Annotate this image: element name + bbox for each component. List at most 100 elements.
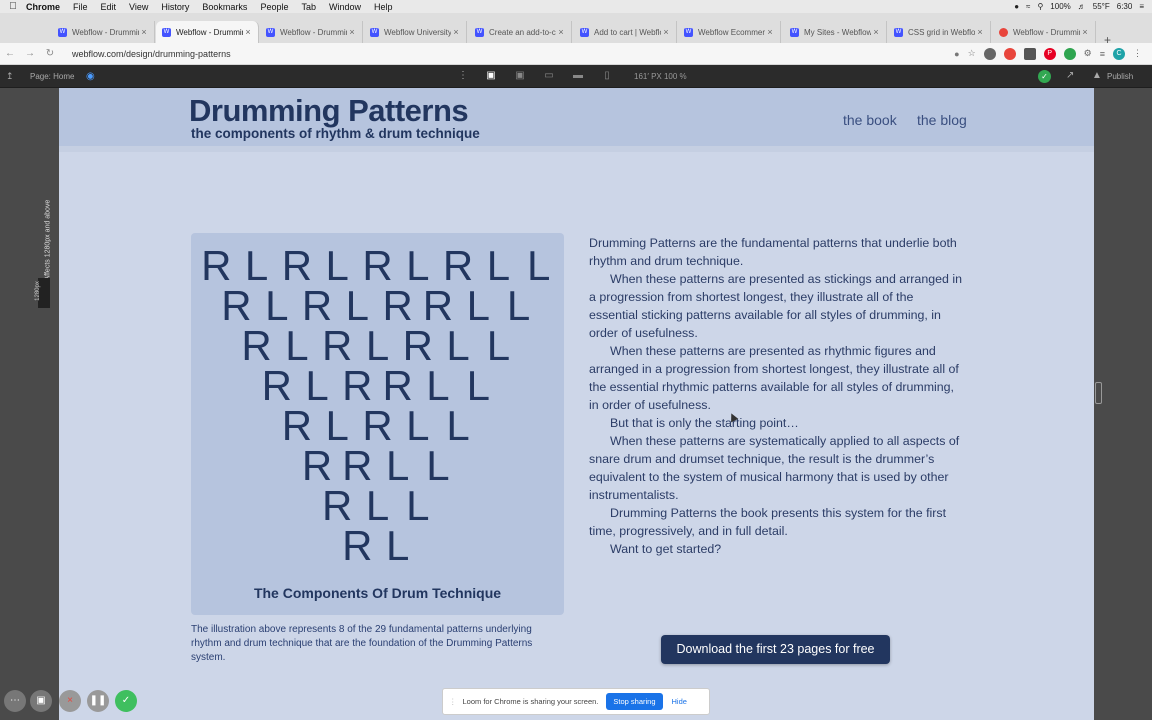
browser-tab[interactable]: W Webflow University ×	[364, 21, 467, 43]
menu-window[interactable]: Window	[329, 2, 361, 12]
sticking-letter: R	[301, 442, 333, 489]
sticking-letter: L	[466, 362, 490, 409]
desktop-breakpoint-icon[interactable]: ▣	[483, 70, 499, 83]
extension-icon[interactable]	[1063, 47, 1076, 60]
extension-icon[interactable]	[983, 47, 996, 60]
upload-icon[interactable]: ↥	[6, 71, 14, 82]
close-icon[interactable]: ×	[451, 27, 461, 37]
menu-people[interactable]: People	[260, 2, 288, 12]
menu-file[interactable]: File	[73, 2, 88, 12]
finish-recording-icon[interactable]: ✓	[115, 690, 137, 712]
close-icon[interactable]: ×	[661, 27, 671, 37]
tab-title: Add to cart | Webflow	[594, 27, 661, 37]
nav-link-the-book[interactable]: the book	[843, 112, 897, 128]
mobile-portrait-icon[interactable]: ▯	[599, 70, 615, 83]
forward-icon[interactable]: →	[20, 48, 40, 59]
share-message: Loom for Chrome is sharing your screen.	[462, 697, 599, 706]
more-vert-icon[interactable]: ⋮	[458, 70, 468, 81]
page-selector[interactable]: Page: Home	[30, 72, 74, 81]
paragraph: Want to get started?	[610, 542, 722, 556]
browser-tab[interactable]: W CSS grid in Webflow ×	[888, 21, 991, 43]
browser-tab[interactable]: W My Sites - Webflow ×	[784, 21, 887, 43]
sticking-letter: L	[527, 242, 551, 289]
paragraph: Drumming Patterns the book presents this…	[589, 506, 947, 538]
microphone-icon[interactable]: ●	[954, 49, 959, 59]
eye-icon[interactable]: ◉	[86, 71, 95, 82]
sticking-letter: L	[486, 322, 511, 369]
browser-tab[interactable]: W Webflow - Drumming×	[52, 21, 155, 43]
menu-chrome[interactable]: Chrome	[26, 2, 60, 12]
url-field[interactable]: webflow.com/design/drumming-patterns	[72, 49, 954, 59]
close-icon[interactable]: ×	[975, 27, 985, 37]
tab-title: Webflow - Drumming	[176, 27, 243, 37]
download-button[interactable]: Download the first 23 pages for free	[661, 635, 890, 664]
canvas-resize-handle[interactable]	[1095, 382, 1102, 404]
publish-button[interactable]: Publish	[1107, 72, 1133, 81]
sticking-letter: R	[281, 402, 313, 449]
check-icon[interactable]: ✓	[1038, 70, 1051, 83]
pinterest-icon[interactable]: P	[1043, 47, 1056, 60]
browser-tab-active[interactable]: W Webflow - Drumming×	[156, 21, 259, 43]
tablet-breakpoint-icon[interactable]: ▭	[541, 70, 557, 83]
sticking-letter: R	[221, 282, 252, 329]
back-icon[interactable]: ←	[0, 48, 20, 59]
menu-edit[interactable]: Edit	[101, 2, 117, 12]
site-title[interactable]: Drumming Patterns	[189, 93, 469, 129]
more-options-icon[interactable]: ⋯	[4, 690, 26, 712]
webflow-favicon-icon: W	[580, 27, 589, 37]
reload-icon[interactable]: ↻	[40, 48, 60, 59]
close-icon[interactable]: ×	[139, 27, 149, 37]
menu-history[interactable]: History	[161, 2, 189, 12]
close-icon[interactable]: ×	[347, 27, 357, 37]
avatar[interactable]: C	[1113, 47, 1125, 60]
search-icon[interactable]: ⚲	[1037, 2, 1043, 11]
sticking-letter: R	[422, 282, 454, 329]
clock-text[interactable]: 6:30	[1117, 2, 1133, 11]
browser-tab[interactable]: W Webflow Ecommerce×	[678, 21, 781, 43]
share-icon[interactable]: ↗	[1066, 70, 1074, 81]
sticking-letter: L	[365, 322, 390, 369]
sticking-letter: L	[345, 282, 370, 329]
pause-icon[interactable]: ❚❚	[87, 690, 109, 712]
nav-link-the-blog[interactable]: the blog	[917, 112, 967, 128]
control-center-icon[interactable]: ≡	[1139, 2, 1144, 11]
extension-icon[interactable]	[1023, 47, 1036, 60]
menu-bookmarks[interactable]: Bookmarks	[202, 2, 247, 12]
apple-icon[interactable]: 	[0, 1, 26, 12]
close-icon[interactable]: ×	[1080, 27, 1090, 37]
browser-tab[interactable]: Webflow - Drumming×	[993, 21, 1096, 43]
volume-icon[interactable]: ♬	[1078, 2, 1086, 11]
user-icon[interactable]: ▲	[1092, 70, 1102, 81]
microphone-icon[interactable]: ●	[1014, 2, 1019, 11]
mobile-landscape-icon[interactable]: ▬	[570, 70, 586, 83]
pattern-row: RLRLL	[191, 402, 564, 449]
browser-tab[interactable]: W Webflow - Drumming×	[260, 21, 363, 43]
star-icon[interactable]: ☆	[968, 48, 976, 59]
browser-tab[interactable]: W Create an add-to-cart×	[469, 21, 572, 43]
menu-help[interactable]: Help	[374, 2, 393, 12]
sticking-letter: R	[362, 402, 393, 449]
wifi-icon[interactable]: ≈	[1026, 2, 1030, 11]
tab-title: CSS grid in Webflow	[908, 27, 975, 37]
sticking-letter: L	[506, 282, 531, 329]
stop-sharing-button[interactable]: Stop sharing	[606, 693, 663, 710]
sticking-letter: R	[261, 362, 292, 409]
menu-view[interactable]: View	[129, 2, 148, 12]
drag-handle-icon[interactable]: ⋮	[449, 697, 457, 706]
sticking-letter: R	[342, 442, 373, 489]
close-icon[interactable]: ×	[871, 27, 881, 37]
browser-tab[interactable]: W Add to cart | Webflow×	[574, 21, 677, 43]
close-icon[interactable]: ×	[556, 27, 566, 37]
menu-tab[interactable]: Tab	[301, 2, 316, 12]
close-icon[interactable]: ×	[243, 27, 253, 37]
puzzle-icon[interactable]: ⚙	[1084, 48, 1092, 59]
large-breakpoint-icon[interactable]: ▣	[512, 70, 528, 83]
pattern-row: RLRLRLL	[191, 322, 564, 369]
menu-list-icon[interactable]: ≡	[1100, 49, 1105, 59]
more-vert-icon[interactable]: ⋮	[1133, 48, 1142, 59]
extension-icon[interactable]	[1003, 47, 1016, 60]
cancel-recording-icon[interactable]: ×	[59, 690, 81, 712]
camera-icon[interactable]: ▣	[30, 690, 52, 712]
close-icon[interactable]: ×	[765, 27, 775, 37]
hide-button[interactable]: Hide	[672, 697, 687, 706]
